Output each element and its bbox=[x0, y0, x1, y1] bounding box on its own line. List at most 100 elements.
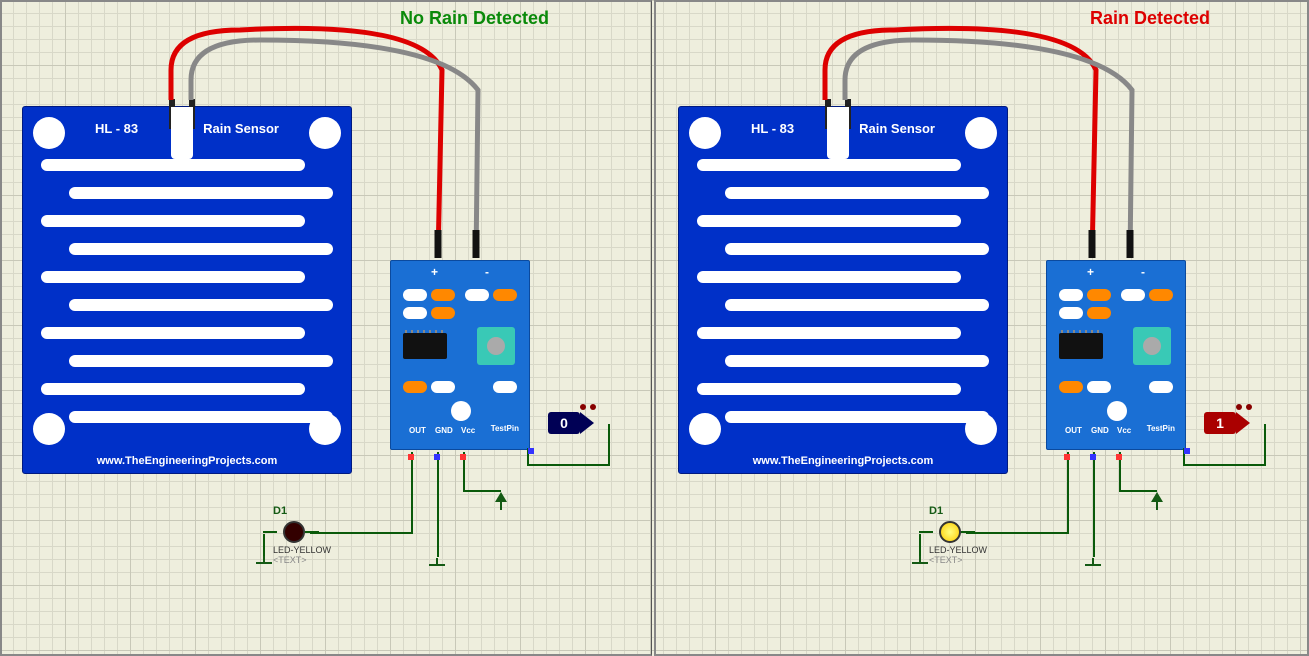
pin-terminal-icon bbox=[434, 454, 440, 460]
led-bulb-icon bbox=[283, 521, 305, 543]
net-wire bbox=[305, 531, 319, 533]
led-bulb-icon bbox=[939, 521, 961, 543]
pin-terminal-icon bbox=[528, 448, 534, 454]
board-title: Rain Sensor bbox=[859, 121, 935, 136]
board-model: HL - 83 bbox=[751, 121, 794, 136]
smd-icon bbox=[403, 307, 427, 319]
hole-icon bbox=[33, 117, 65, 149]
led-left[interactable]: D1 LED-YELLOW <TEXT> bbox=[273, 505, 331, 565]
smd-icon bbox=[431, 289, 455, 301]
smd-icon bbox=[431, 381, 455, 393]
trace-icon bbox=[171, 107, 193, 159]
status-label-left: No Rain Detected bbox=[400, 8, 549, 29]
net-wire bbox=[411, 452, 413, 532]
trace-icon bbox=[41, 215, 305, 227]
trace-icon bbox=[725, 187, 989, 199]
smd-icon bbox=[1087, 289, 1111, 301]
pin-plus-label: + bbox=[1087, 265, 1094, 279]
net-wire bbox=[1093, 452, 1095, 557]
probe-value: 0 bbox=[548, 412, 580, 434]
trace-icon bbox=[697, 327, 961, 339]
trace-icon bbox=[41, 159, 305, 171]
smd-icon bbox=[1059, 307, 1083, 319]
vcc-arrow-icon bbox=[495, 492, 507, 502]
led-ref: D1 bbox=[273, 505, 331, 517]
potentiometer-icon bbox=[1133, 327, 1171, 365]
net-wire bbox=[1183, 464, 1265, 466]
board-model: HL - 83 bbox=[95, 121, 138, 136]
net-wire bbox=[1264, 424, 1266, 466]
probe-tip-icon bbox=[580, 412, 594, 434]
pin-terminal-icon bbox=[460, 454, 466, 460]
pin-terminal-icon bbox=[1184, 448, 1190, 454]
trace-icon bbox=[697, 159, 961, 171]
led-ref: D1 bbox=[929, 505, 987, 517]
net-wire bbox=[263, 534, 265, 556]
pin-out-label: OUT bbox=[409, 426, 426, 435]
probe-dot-icon bbox=[580, 404, 586, 410]
pin-terminal-icon bbox=[1064, 454, 1070, 460]
led-text: <TEXT> bbox=[273, 555, 331, 565]
trace-icon bbox=[697, 383, 961, 395]
trace-icon bbox=[41, 383, 305, 395]
trace-icon bbox=[725, 299, 989, 311]
net-wire bbox=[1067, 452, 1069, 532]
trace-icon bbox=[697, 271, 961, 283]
pin-vcc-label: Vcc bbox=[1117, 426, 1131, 435]
trace-icon bbox=[69, 243, 333, 255]
trace-icon bbox=[827, 107, 849, 159]
smd-icon bbox=[431, 307, 455, 319]
pin-plus-label: + bbox=[431, 265, 438, 279]
rain-sensor-board-right[interactable]: HL - 83 Rain Sensor www.TheEngineeringPr… bbox=[678, 106, 1008, 474]
board-title: Rain Sensor bbox=[203, 121, 279, 136]
test-pin-label: TestPin bbox=[491, 424, 519, 433]
vcc-arrow-icon bbox=[1151, 492, 1163, 502]
smd-icon bbox=[1059, 381, 1083, 393]
hole-icon bbox=[965, 117, 997, 149]
smd-icon bbox=[1087, 307, 1111, 319]
trace-icon bbox=[69, 299, 333, 311]
net-wire bbox=[437, 452, 439, 557]
pin-terminal-icon bbox=[1116, 454, 1122, 460]
smd-icon bbox=[403, 381, 427, 393]
smd-icon bbox=[1087, 381, 1111, 393]
pin-gnd-label: GND bbox=[1091, 426, 1109, 435]
smd-icon bbox=[403, 289, 427, 301]
trace-icon bbox=[725, 243, 989, 255]
hole-icon bbox=[33, 413, 65, 445]
net-wire bbox=[608, 424, 610, 466]
hole-icon bbox=[1107, 401, 1127, 421]
trace-icon bbox=[725, 355, 989, 367]
probe-dot-icon bbox=[1246, 404, 1252, 410]
status-label-right: Rain Detected bbox=[1090, 8, 1210, 29]
trace-icon bbox=[725, 411, 989, 423]
ground-icon bbox=[256, 556, 272, 570]
pin-gnd-label: GND bbox=[435, 426, 453, 435]
pin-minus-label: - bbox=[485, 265, 489, 279]
led-right[interactable]: D1 LED-YELLOW <TEXT> bbox=[929, 505, 987, 565]
pin-terminal-icon bbox=[408, 454, 414, 460]
probe-value: 1 bbox=[1204, 412, 1236, 434]
pin-terminal-icon bbox=[1090, 454, 1096, 460]
net-wire bbox=[919, 531, 933, 533]
net-wire bbox=[527, 464, 609, 466]
board-url: www.TheEngineeringProjects.com bbox=[679, 455, 1007, 467]
trace-icon bbox=[69, 187, 333, 199]
comparator-module-left[interactable]: + - OUT GND Vcc TestPin bbox=[390, 260, 530, 450]
smd-icon bbox=[493, 381, 517, 393]
comparator-module-right[interactable]: + - OUT GND Vcc TestPin bbox=[1046, 260, 1186, 450]
hole-icon bbox=[689, 117, 721, 149]
trace-icon bbox=[41, 271, 305, 283]
hole-icon bbox=[309, 117, 341, 149]
net-wire bbox=[263, 531, 277, 533]
probe-dot-icon bbox=[590, 404, 596, 410]
hole-icon bbox=[451, 401, 471, 421]
ic-chip-icon bbox=[403, 333, 447, 359]
led-part: LED-YELLOW bbox=[929, 545, 987, 555]
pin-out-label: OUT bbox=[1065, 426, 1082, 435]
probe-tip-icon bbox=[1236, 412, 1250, 434]
net-wire bbox=[919, 534, 921, 556]
ground-icon bbox=[429, 558, 445, 572]
hole-icon bbox=[689, 413, 721, 445]
rain-sensor-board-left[interactable]: HL - 83 Rain Sensor www.TheEngineeringPr… bbox=[22, 106, 352, 474]
